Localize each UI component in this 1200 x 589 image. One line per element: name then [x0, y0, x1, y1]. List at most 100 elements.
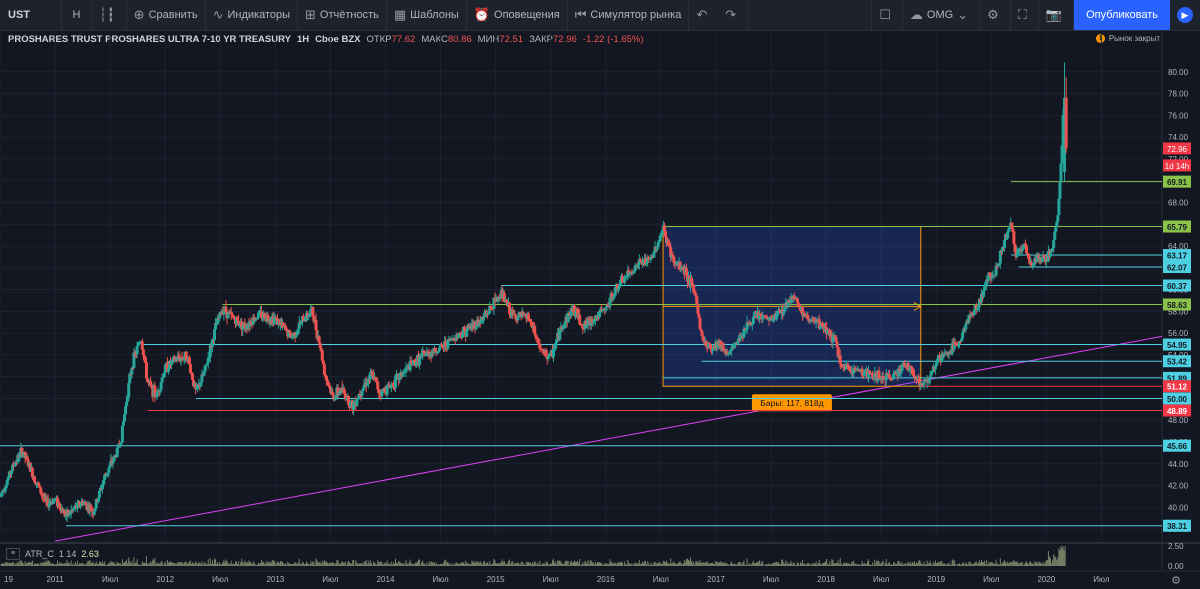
templates-button[interactable]: ▦ Шаблоны — [387, 0, 467, 30]
candle-body — [375, 380, 379, 382]
candle-body — [335, 387, 339, 396]
time-tick-label: 2014 — [377, 575, 395, 584]
candle-body — [1016, 249, 1020, 253]
candle-body — [757, 312, 761, 320]
candle-body — [719, 341, 723, 350]
candle-body — [552, 349, 556, 358]
simulator-button[interactable]: ⏮ Симулятор рынка — [568, 0, 690, 30]
snapshot-button[interactable]: 📷 — [1039, 0, 1075, 30]
candle-body — [672, 256, 676, 263]
candle-body — [371, 372, 375, 374]
candle-body — [820, 322, 824, 327]
time-tick-label: 2020 — [1037, 575, 1055, 584]
candle-body — [638, 259, 642, 261]
time-tick-label: 19 — [4, 575, 13, 584]
candle-body — [21, 453, 25, 456]
candle-body — [1045, 255, 1049, 262]
replay-button[interactable]: ▶ — [1170, 0, 1200, 30]
candle-body — [873, 373, 877, 380]
candle-body — [297, 322, 301, 329]
settings-button[interactable]: ⚙ — [980, 0, 1011, 30]
interval-button[interactable]: H — [62, 0, 92, 30]
candle-body — [650, 255, 654, 258]
grid — [0, 31, 1200, 572]
candle-body — [623, 277, 627, 283]
undo-button[interactable]: ↶ — [689, 0, 718, 30]
candle-body — [319, 347, 323, 351]
candle-body — [627, 270, 631, 274]
candle-body — [947, 351, 951, 355]
candle-body — [1007, 229, 1011, 232]
time-tick-label: Июл — [653, 575, 670, 584]
candle-body — [149, 381, 153, 385]
candle-body — [452, 338, 456, 340]
candle-body — [695, 296, 699, 305]
candle-body — [826, 330, 830, 335]
candle-body — [807, 319, 811, 322]
candle-body — [207, 357, 211, 359]
compare-button[interactable]: ⊕ Сравнить — [127, 0, 206, 30]
candle-body — [204, 364, 208, 366]
market-status[interactable]: ! Рынок закрыт — [1095, 34, 1160, 43]
candle-body — [292, 332, 296, 337]
chart-type-button[interactable]: ┆┇ — [92, 0, 127, 30]
candle-body — [1060, 145, 1064, 164]
fullscreen-button[interactable]: ⛶ — [1011, 0, 1039, 30]
candle-body — [902, 363, 906, 366]
candle-body — [450, 338, 454, 340]
candle-body — [41, 495, 45, 498]
candle-body — [294, 335, 298, 338]
candle-body — [440, 344, 444, 346]
candle-body — [400, 372, 404, 377]
candle-body — [360, 390, 364, 396]
layout-menu[interactable]: ☁ OMG ⌄ — [903, 0, 981, 30]
candle-body — [832, 336, 836, 338]
candle-body — [232, 317, 236, 320]
candle-body — [184, 351, 188, 361]
candle-body — [160, 377, 164, 383]
price-tick-label: 66.00 — [1168, 220, 1189, 229]
atr-collapse-button[interactable]: ≡ — [6, 548, 20, 560]
candle-body — [467, 325, 471, 328]
candle-body — [299, 320, 303, 325]
candle-body — [274, 317, 278, 319]
candle-body — [135, 346, 139, 355]
candle-body — [755, 314, 759, 317]
candle-body — [724, 351, 728, 354]
candle-body — [999, 251, 1003, 253]
redo-button[interactable]: ↷ — [718, 0, 749, 30]
publish-button[interactable]: Опубликовать — [1074, 0, 1170, 30]
candle-body — [969, 312, 973, 316]
candle-body — [1034, 258, 1038, 263]
symbol-search[interactable]: UST — [0, 0, 62, 30]
candle-body — [173, 356, 177, 362]
price-chart[interactable]: Бары: 117, 818д 0.00 2.50 38.00 40.00 42.00 4… — [0, 0, 1200, 589]
indicators-button[interactable]: ∿ Индикаторы — [206, 0, 299, 30]
candle-body — [11, 464, 15, 472]
candle-body — [243, 322, 247, 329]
candle-body — [919, 383, 923, 387]
candle-body — [538, 344, 542, 349]
candle-body — [793, 298, 797, 300]
candle-body — [62, 511, 66, 514]
fullscreen-layout-button[interactable]: ☐ — [871, 0, 903, 30]
candle-body — [567, 312, 571, 314]
candle-body — [660, 230, 664, 234]
candle-body — [113, 455, 117, 457]
candle-body — [453, 339, 457, 341]
candle-body — [481, 317, 485, 319]
candle-body — [842, 365, 846, 368]
candle-body — [198, 383, 202, 387]
alerts-button[interactable]: ⏰ Оповещения — [467, 0, 568, 30]
candle-body — [951, 343, 955, 350]
candle-body — [362, 384, 366, 389]
time-tick-label: Июл — [322, 575, 339, 584]
candle-body — [29, 467, 33, 472]
candle-body — [739, 335, 743, 339]
price-tick-label: 76.00 — [1168, 111, 1189, 120]
candle-body — [158, 389, 162, 392]
candle-body — [995, 265, 999, 267]
reports-button[interactable]: ⊞ Отчётность — [298, 0, 387, 30]
candle-body — [138, 341, 142, 344]
candle-body — [556, 332, 560, 340]
